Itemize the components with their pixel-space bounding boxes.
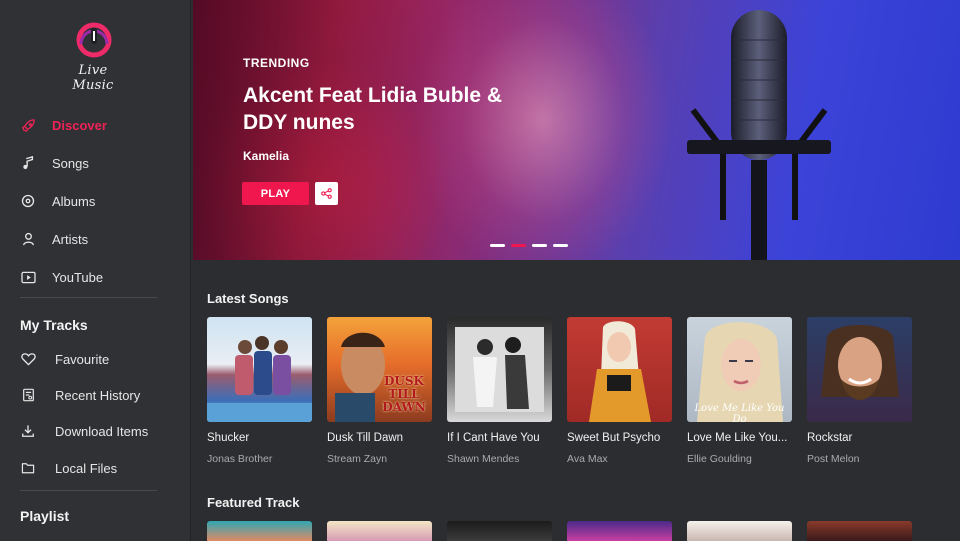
- nav-artists-label: Artists: [52, 231, 89, 247]
- hero-eyebrow: TRENDING: [243, 56, 310, 70]
- song-artist[interactable]: Shawn Mendes: [447, 453, 519, 465]
- carousel-dots: [490, 244, 568, 247]
- download-icon: [20, 423, 36, 439]
- nav-recent-history-label: Recent History: [55, 387, 141, 403]
- video-icon: [20, 269, 36, 285]
- sidebar-divider-2: [20, 490, 157, 491]
- featured-track-title: Featured Track: [207, 495, 300, 510]
- song-title[interactable]: Shucker: [207, 432, 317, 444]
- album-art: [567, 317, 672, 422]
- album-art: [807, 317, 912, 422]
- album-art: [447, 317, 552, 422]
- featured-card[interactable]: [687, 521, 792, 541]
- user-icon: [20, 231, 36, 247]
- nav-download-items[interactable]: Download Items: [0, 412, 190, 450]
- headphones-logo-icon: [76, 22, 112, 58]
- album-art: Love Me Like You Do: [687, 317, 792, 422]
- carousel-dot[interactable]: [490, 244, 505, 247]
- folder-icon: [20, 460, 36, 476]
- nav-albums[interactable]: Albums: [0, 182, 190, 220]
- nav-local-files[interactable]: Local Files: [0, 449, 190, 487]
- nav-favourite-label: Favourite: [55, 351, 110, 367]
- album-art: [207, 317, 312, 422]
- album-art-text: Love Me Like You Do: [694, 403, 785, 422]
- nav-favourite[interactable]: Favourite: [0, 340, 190, 378]
- nav-discover[interactable]: Discover: [0, 106, 190, 144]
- nav-artists[interactable]: Artists: [0, 220, 190, 258]
- music-note-icon: [20, 155, 36, 171]
- nav-youtube-label: YouTube: [52, 269, 104, 285]
- hero-banner[interactable]: TRENDING Akcent Feat Lidia Buble & DDY n…: [193, 0, 960, 260]
- carousel-dot-active[interactable]: [511, 244, 526, 247]
- album-art: DUSK TILL DAWN: [327, 317, 432, 422]
- song-card[interactable]: Rockstar Post Melon: [807, 317, 912, 465]
- song-title[interactable]: Rockstar: [807, 432, 917, 444]
- heart-icon: [20, 351, 36, 367]
- nav-songs-label: Songs: [52, 155, 89, 171]
- app-logo[interactable]: Live Music: [58, 22, 128, 93]
- nav-songs[interactable]: Songs: [0, 144, 190, 182]
- share-button[interactable]: [315, 182, 338, 205]
- nav-albums-label: Albums: [52, 193, 96, 209]
- share-icon: [321, 188, 332, 199]
- song-card[interactable]: Love Me Like You Do Love Me Like You... …: [687, 317, 792, 465]
- playlist-title: Playlist: [20, 508, 70, 524]
- song-artist[interactable]: Stream Zayn: [327, 453, 387, 465]
- featured-card[interactable]: [207, 521, 312, 541]
- carousel-dot[interactable]: [532, 244, 547, 247]
- song-card[interactable]: DUSK TILL DAWN Dusk Till Dawn Stream Zay…: [327, 317, 432, 465]
- song-artist[interactable]: Ava Max: [567, 453, 608, 465]
- song-artist[interactable]: Post Melon: [807, 453, 860, 465]
- hero-title: Akcent Feat Lidia Buble & DDY nunes: [243, 84, 503, 134]
- featured-card[interactable]: [447, 521, 552, 541]
- song-title[interactable]: Love Me Like You...: [687, 432, 797, 444]
- song-title[interactable]: Sweet But Psycho: [567, 432, 677, 444]
- disc-icon: [20, 193, 36, 209]
- nav-youtube[interactable]: YouTube: [0, 258, 190, 296]
- history-icon: [20, 387, 36, 403]
- song-card[interactable]: Sweet But Psycho Ava Max: [567, 317, 672, 465]
- featured-card[interactable]: [327, 521, 432, 541]
- microphone-image: [687, 10, 831, 260]
- featured-card[interactable]: [567, 521, 672, 541]
- album-art-text: DUSK TILL DAWN: [382, 374, 426, 414]
- sidebar: Live Music Discover Songs Albums Artists: [0, 0, 191, 541]
- song-card[interactable]: If I Cant Have You Shawn Mendes: [447, 317, 552, 465]
- song-artist[interactable]: Ellie Goulding: [687, 453, 752, 465]
- song-artist[interactable]: Jonas Brother: [207, 453, 272, 465]
- logo-text: Live Music: [72, 63, 114, 93]
- play-button[interactable]: PLAY: [242, 182, 309, 205]
- my-tracks-title: My Tracks: [20, 317, 88, 333]
- song-title[interactable]: If I Cant Have You: [447, 432, 557, 444]
- nav-download-items-label: Download Items: [55, 423, 149, 439]
- featured-card[interactable]: [807, 521, 912, 541]
- song-title[interactable]: Dusk Till Dawn: [327, 432, 437, 444]
- hero-artist[interactable]: Kamelia: [243, 149, 289, 163]
- latest-songs-title: Latest Songs: [207, 291, 289, 306]
- nav-local-files-label: Local Files: [55, 460, 118, 476]
- song-card[interactable]: Shucker Jonas Brother: [207, 317, 312, 465]
- sidebar-divider: [20, 297, 157, 298]
- nav-discover-label: Discover: [52, 117, 107, 133]
- rocket-icon: [20, 117, 36, 133]
- carousel-dot[interactable]: [553, 244, 568, 247]
- nav-recent-history[interactable]: Recent History: [0, 376, 190, 414]
